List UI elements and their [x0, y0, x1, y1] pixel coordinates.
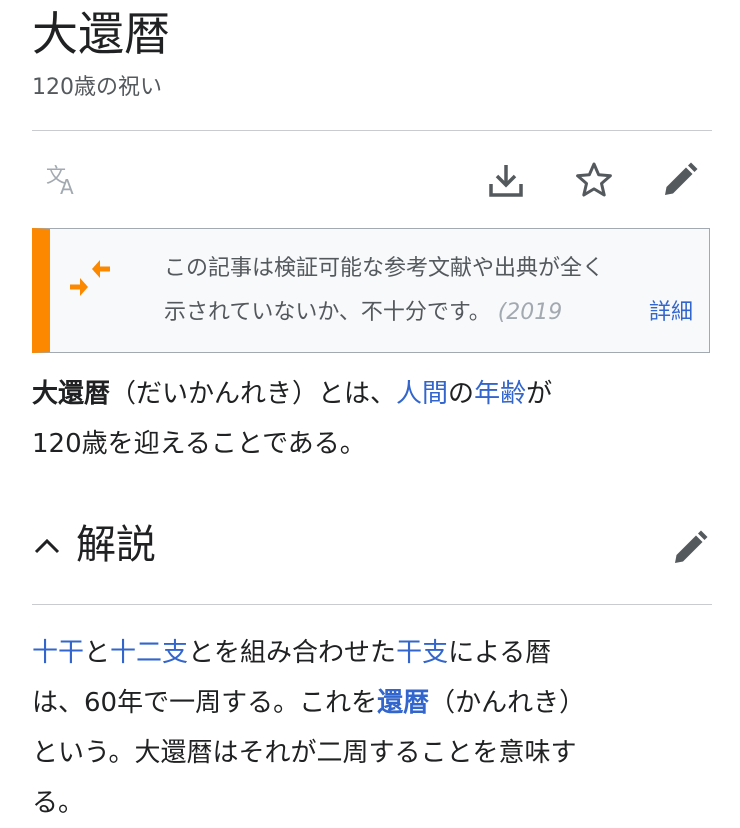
merge-arrows-icon [70, 260, 110, 296]
notice-details-link[interactable]: 詳細 [649, 291, 693, 335]
section-header-explanation[interactable]: 解説 [32, 512, 712, 582]
edit-icon [675, 530, 708, 563]
edit-section-button[interactable] [668, 526, 712, 570]
lead-particle-ga: が [526, 379, 553, 409]
link-human[interactable]: 人間 [396, 379, 448, 409]
page-title: 大還暦 [32, 7, 170, 61]
language-button[interactable]: 文 A [38, 158, 82, 202]
edit-page-button[interactable] [658, 158, 702, 202]
lead-paragraph: 大還暦（だいかんれき）とは、人間の年齢が 120歳を迎えることである。 [32, 369, 712, 469]
link-age[interactable]: 年齢 [474, 379, 526, 409]
notice-line-2-text: 示されていないか、不十分です。 [164, 300, 491, 325]
section-body-paragraph: 十干と十二支とを組み合わせた干支による暦 は、60年で一周する。これを還暦（かん… [32, 628, 712, 828]
notice-message: この記事は検証可能な参考文献や出典が全く 示されていないか、不十分です。 (20… [164, 247, 644, 335]
lead-particle-no: の [448, 379, 475, 409]
body-text-combine: とを組み合わせた [188, 638, 397, 668]
lead-term: 大還暦 [32, 379, 111, 409]
link-jikkan[interactable]: 十干 [32, 638, 84, 668]
body-line-2-reading: （かんれき） [429, 688, 586, 718]
lead-line-1: 大還暦（だいかんれき）とは、人間の年齢が [32, 369, 712, 419]
section-title: 解説 [76, 522, 156, 568]
language-icon: 文 A [46, 163, 74, 199]
notice-line-1: この記事は検証可能な参考文献や出典が全く [164, 256, 605, 281]
body-text-reki: による暦 [448, 638, 552, 668]
title-divider [32, 130, 712, 131]
page-actions-toolbar: 文 A [32, 150, 712, 210]
issue-notice-box[interactable]: この記事は検証可能な参考文献や出典が全く 示されていないか、不十分です。 (20… [32, 228, 710, 353]
download-button[interactable] [484, 158, 528, 202]
lead-line-2: 120歳を迎えることである。 [32, 429, 366, 459]
link-junishi[interactable]: 十二支 [110, 638, 188, 668]
link-eto[interactable]: 干支 [396, 638, 448, 668]
body-line-2-text: は、60年で一周する。これを [32, 688, 378, 718]
chevron-up-icon [34, 538, 60, 554]
body-line-2: は、60年で一周する。これを還暦（かんれき） [32, 678, 712, 728]
link-kanreki[interactable]: 還暦 [377, 688, 429, 718]
body-line-3: という。大還暦はそれが二周することを意味す [32, 738, 577, 768]
edit-icon [665, 162, 698, 195]
body-line-1: 十干と十二支とを組み合わせた干支による暦 [32, 628, 712, 678]
notice-line-2: 示されていないか、不十分です。 (2019 [164, 291, 644, 335]
body-text-to: と [84, 638, 111, 668]
svg-text:A: A [60, 175, 74, 199]
body-line-4: る。 [32, 788, 85, 818]
page-subtitle: 120歳の祝い [32, 75, 162, 100]
star-icon [576, 162, 612, 197]
section-divider [32, 604, 712, 605]
lead-reading: （だいかんれき）とは、 [110, 379, 397, 409]
watch-star-button[interactable] [572, 158, 616, 202]
download-icon [489, 165, 523, 197]
notice-date: (2019 [497, 300, 563, 325]
